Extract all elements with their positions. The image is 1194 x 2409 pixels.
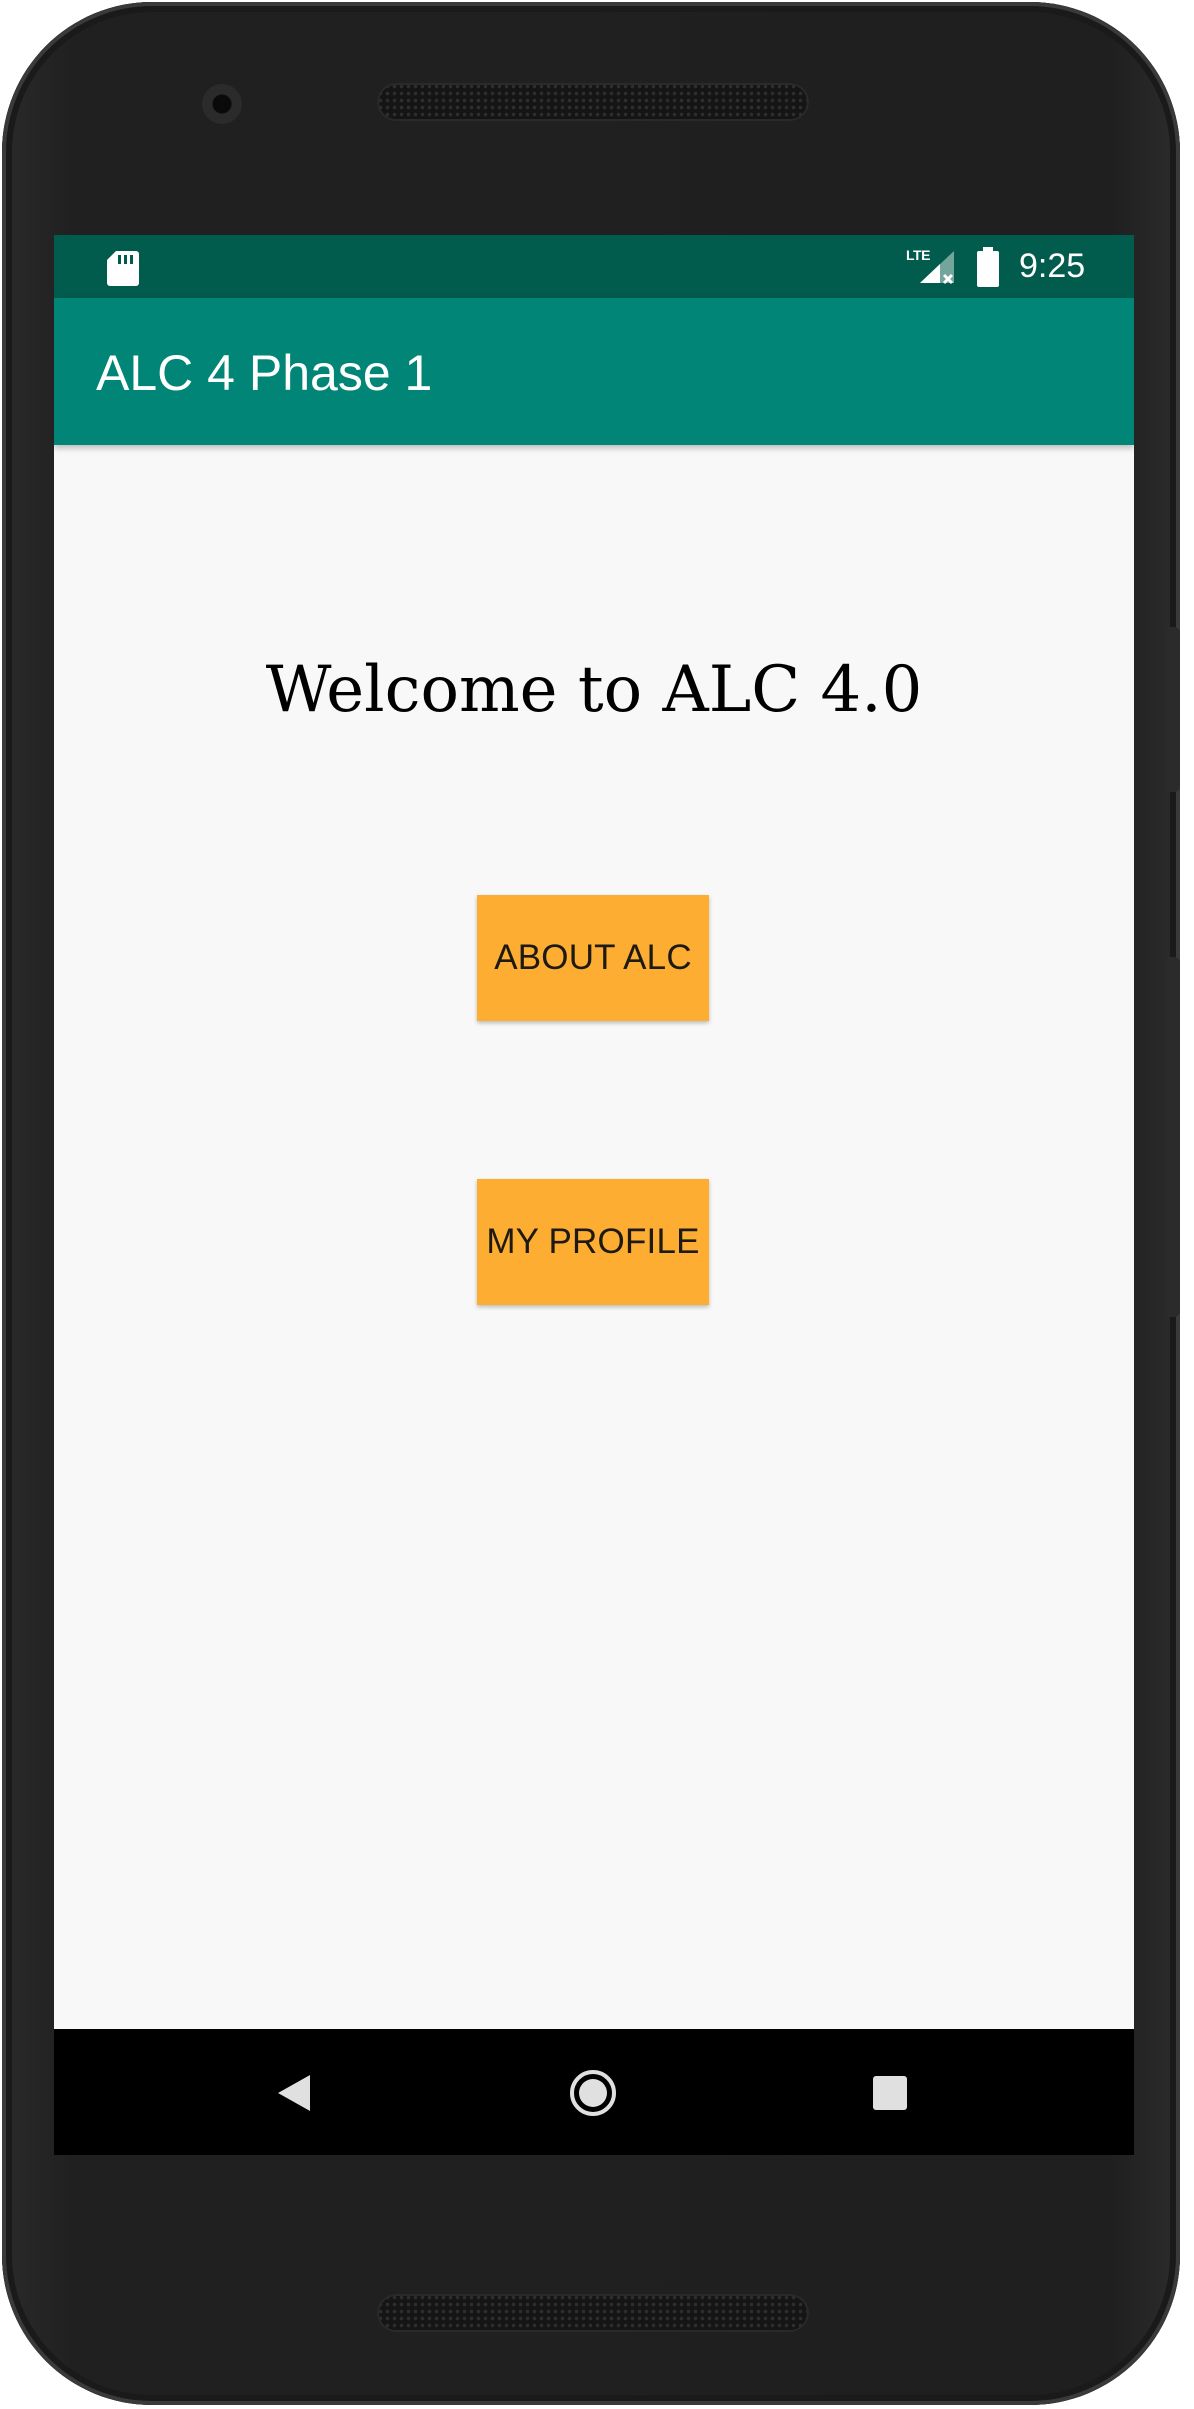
status-time: 9:25	[1019, 247, 1086, 285]
phone-device-frame: LTE 9:25 ALC 4 Phase 1 Welcome to ALC 4.…	[2, 2, 1180, 2405]
about-alc-button[interactable]: ABOUT ALC	[477, 895, 709, 1021]
volume-button	[1166, 957, 1180, 1317]
my-profile-button[interactable]: MY PROFILE	[477, 1179, 709, 1305]
power-button	[1166, 627, 1180, 792]
sd-card-icon	[107, 251, 139, 286]
battery-icon	[977, 247, 999, 287]
recents-icon[interactable]	[866, 2069, 914, 2117]
earpiece-speaker	[377, 83, 809, 121]
navigation-bar	[54, 2029, 1134, 2155]
app-title: ALC 4 Phase 1	[96, 345, 433, 401]
front-camera	[202, 84, 242, 124]
status-bar: LTE 9:25	[54, 235, 1134, 298]
home-icon[interactable]	[569, 2069, 617, 2117]
signal-icon	[920, 251, 954, 285]
app-screen: LTE 9:25 ALC 4 Phase 1 Welcome to ALC 4.…	[54, 235, 1134, 2155]
back-icon[interactable]	[270, 2069, 318, 2117]
bottom-speaker	[377, 2294, 809, 2332]
welcome-heading: Welcome to ALC 4.0	[265, 653, 923, 727]
app-toolbar: ALC 4 Phase 1	[54, 298, 1134, 445]
